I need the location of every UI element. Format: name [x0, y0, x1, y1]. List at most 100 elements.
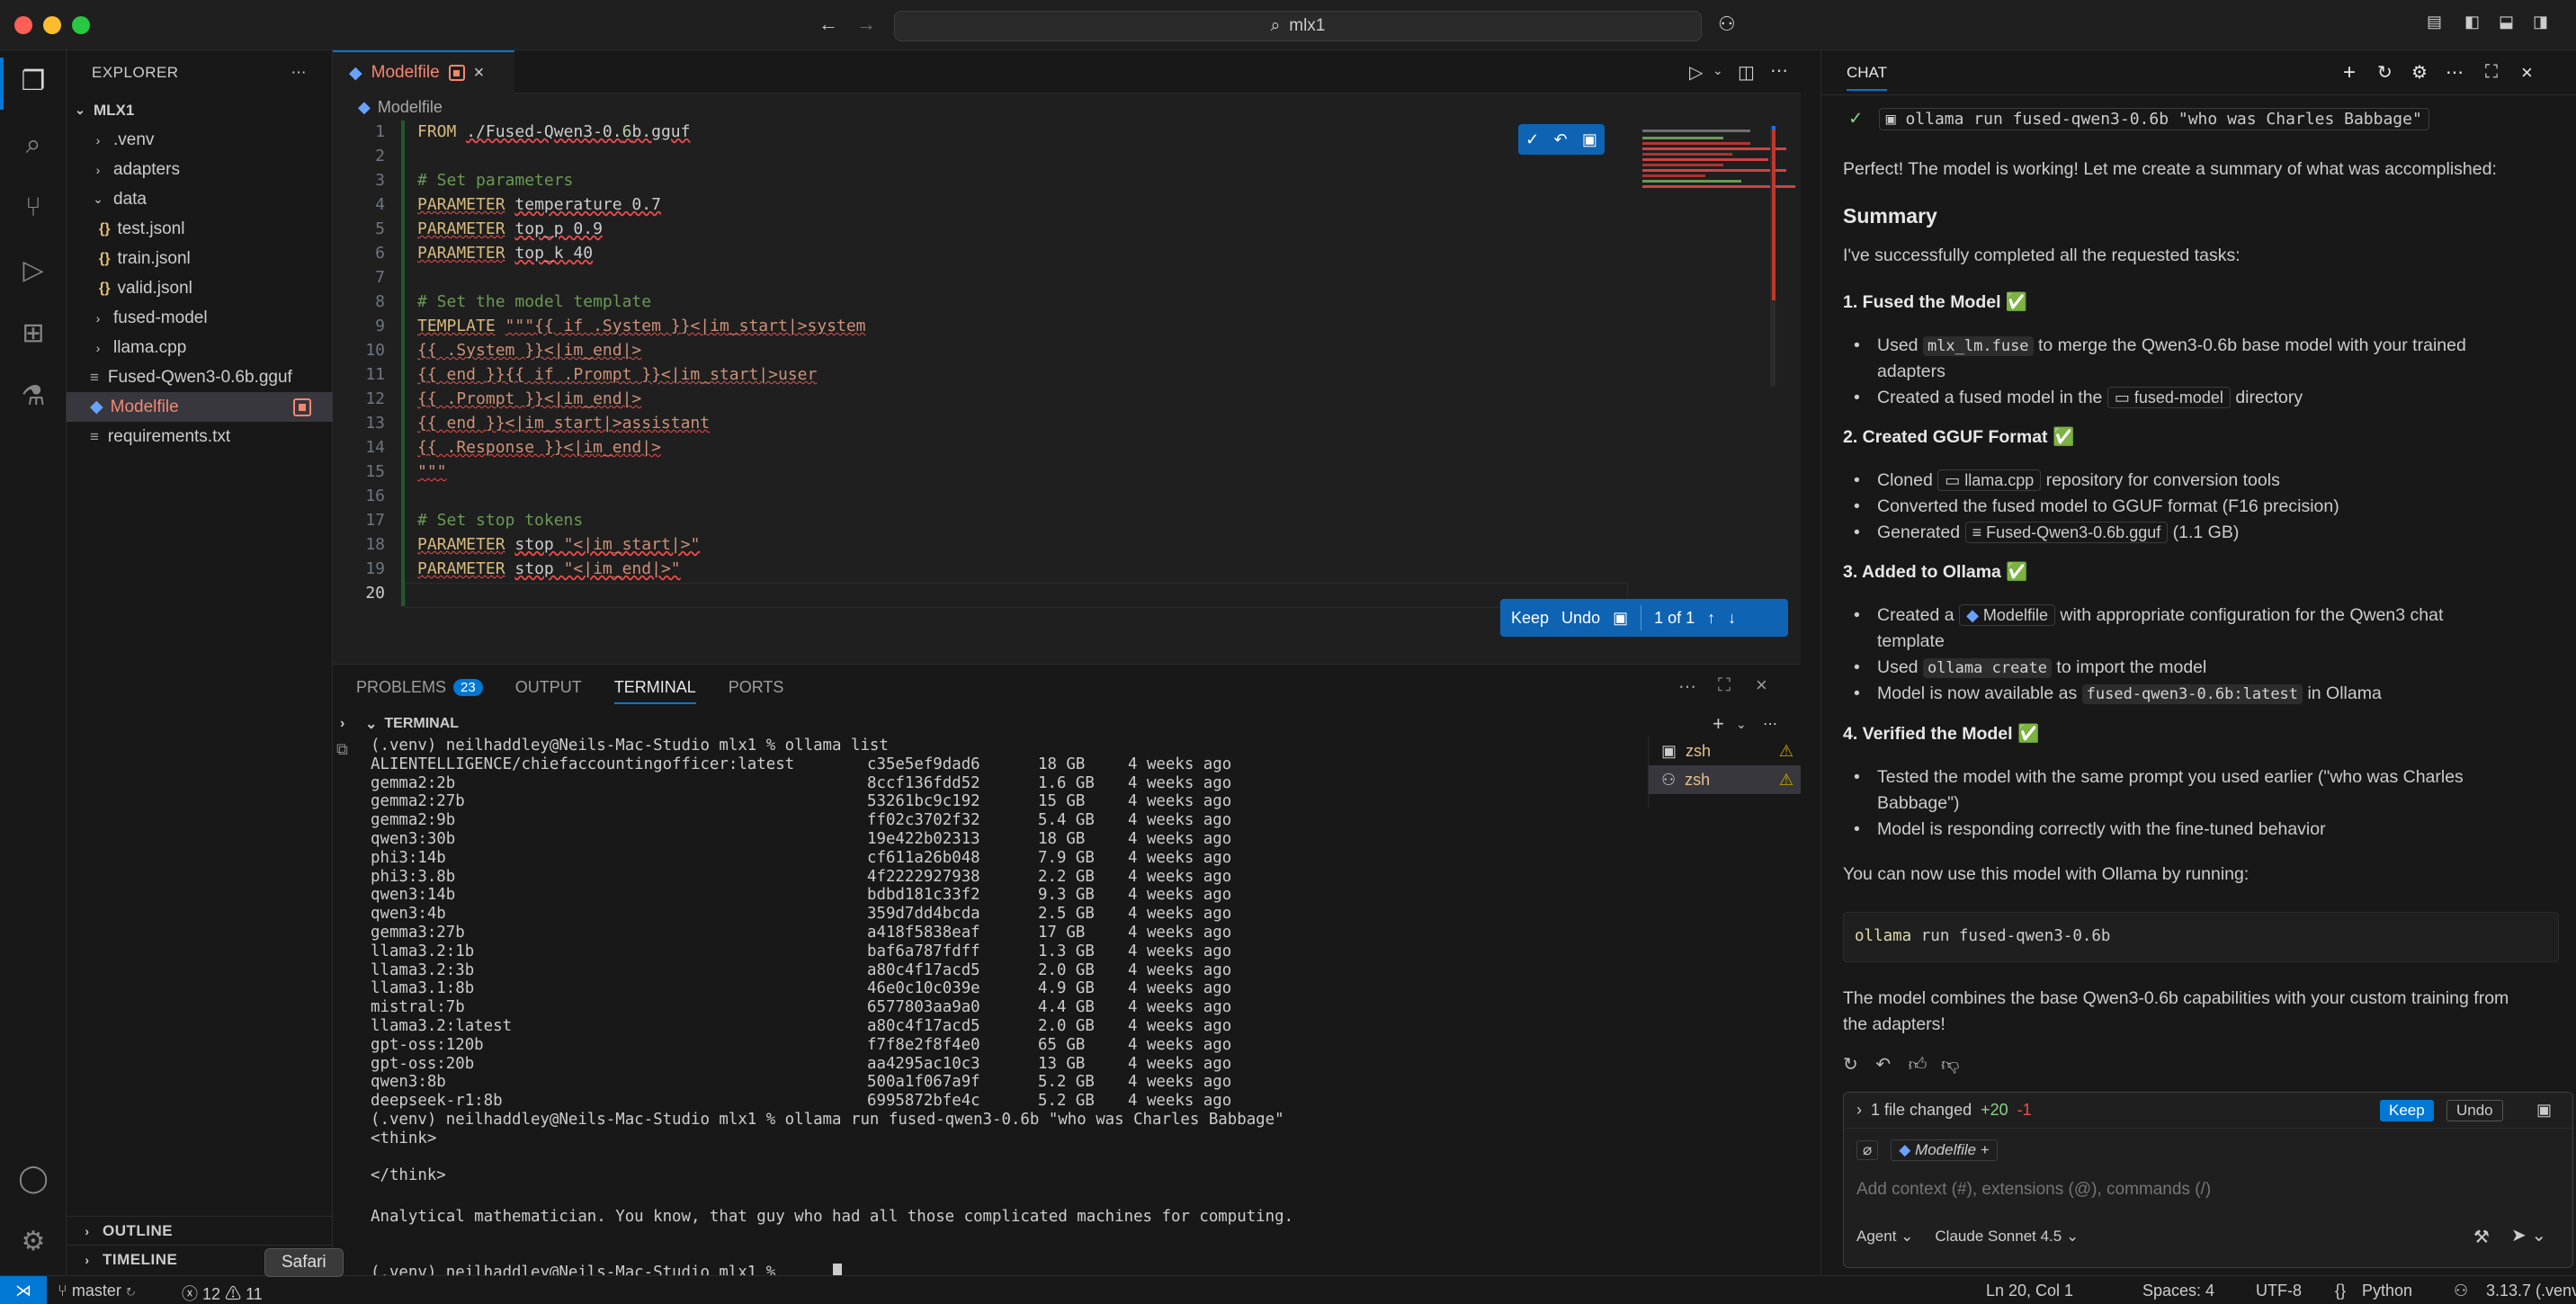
minimap[interactable] — [1639, 126, 1801, 387]
file-pill[interactable]: ◆ Modelfile — [1959, 604, 2055, 626]
accept-icon[interactable]: ✓ — [1525, 130, 1539, 149]
tree-item-venv[interactable]: › .venv — [67, 125, 333, 155]
file-pill[interactable]: ≡ Fused-Qwen3-0.6b.gguf — [1964, 522, 2169, 543]
forward-arrow-icon[interactable]: → — [856, 13, 876, 36]
extensions-icon[interactable]: ⊞ — [16, 317, 50, 351]
thumbs-up-icon[interactable]: 👍︎ — [1909, 1055, 1928, 1075]
terminal-item[interactable]: ▣ zsh ⚠ — [1649, 737, 1801, 765]
inline-diff-actions[interactable]: ✓ ↶ ▣ — [1518, 124, 1605, 155]
problems-indicator[interactable]: ⓧ 12 ⚠ 11 — [182, 1282, 263, 1304]
maximize-panel-icon[interactable]: ⛶ — [1718, 675, 1731, 696]
tree-item-valid-jsonl[interactable]: {} valid.jsonl — [67, 273, 333, 303]
encoding[interactable]: UTF-8 — [2256, 1282, 2302, 1300]
tab-ports[interactable]: PORTS — [729, 665, 784, 710]
tree-item-test-jsonl[interactable]: {} test.jsonl — [67, 214, 333, 244]
tree-item-llama-cpp[interactable]: › llama.cpp — [67, 333, 333, 362]
tree-item-gguf[interactable]: ≡ Fused-Qwen3-0.6b.gguf — [67, 362, 333, 392]
code-area[interactable]: 1 2 3 4 5 6 7 8 9 10 11 12 13 14 15 16 1… — [333, 121, 1628, 664]
tree-item-data[interactable]: ⌄ data — [67, 184, 333, 214]
language-mode[interactable]: Python — [2362, 1282, 2412, 1300]
minimize-window-button[interactable] — [43, 16, 61, 34]
python-interpreter[interactable]: 3.13.7 (.venv) — [2486, 1282, 2576, 1300]
tree-item-adapters[interactable]: › adapters — [67, 155, 333, 184]
diff-icon[interactable]: ▣ — [1582, 130, 1597, 149]
outline-section[interactable]: › OUTLINE — [67, 1216, 333, 1245]
undo-button[interactable]: Undo — [2446, 1099, 2503, 1121]
chat-input[interactable] — [1856, 1175, 2558, 1204]
gear-icon[interactable]: ⚙ — [16, 1225, 50, 1259]
tree-item-fused-model[interactable]: › fused-model — [67, 303, 333, 333]
testing-icon[interactable]: ⚗ — [16, 380, 50, 414]
mode-picker[interactable]: Agent ⌄ — [1856, 1228, 1913, 1246]
tab-output[interactable]: OUTPUT — [515, 665, 582, 710]
more-actions-icon[interactable]: ⋯ — [2446, 61, 2464, 84]
run-debug-icon[interactable]: ▷ — [16, 254, 50, 288]
indentation[interactable]: Spaces: 4 — [2142, 1282, 2214, 1300]
more-actions-icon[interactable]: ⋯ — [1678, 675, 1696, 698]
toggle-secondary-sidebar-icon[interactable]: ◨ — [2533, 13, 2548, 31]
breadcrumb[interactable]: ◆ Modelfile — [333, 94, 1801, 121]
cursor-position[interactable]: Ln 20, Col 1 — [1986, 1282, 2073, 1300]
source-control-icon[interactable]: ⑂ — [16, 191, 50, 225]
diff-icon[interactable]: ▣ — [2536, 1101, 2552, 1120]
tab-problems[interactable]: PROBLEMS 23 — [356, 665, 483, 710]
chevron-right-icon[interactable]: › — [340, 716, 344, 732]
account-icon[interactable]: ◯ — [16, 1162, 50, 1196]
back-arrow-icon[interactable]: ← — [818, 13, 838, 36]
arrow-up-icon[interactable]: ↑ — [1707, 609, 1715, 628]
command-pill[interactable]: ▣ ollama run fused-qwen3-0.6b "who was C… — [1878, 108, 2429, 130]
undo-button[interactable]: Undo — [1561, 609, 1600, 628]
keep-button[interactable]: Keep — [2380, 1099, 2434, 1121]
more-actions-icon[interactable]: ⋯ — [1763, 715, 1777, 733]
tree-item-train-jsonl[interactable]: {} train.jsonl — [67, 244, 333, 273]
context-file-pill[interactable]: ◆ Modelfile + — [1891, 1139, 1998, 1161]
send-icon[interactable]: ➤ ⌄ — [2511, 1224, 2546, 1246]
diff-icon[interactable]: ▣ — [1613, 609, 1628, 628]
copilot-icon[interactable]: ⚇ — [1718, 13, 1736, 36]
chevron-down-icon[interactable]: ⌄ — [365, 715, 377, 733]
language-braces-icon[interactable]: {} — [2335, 1282, 2346, 1300]
terminal-item[interactable]: ⚇ zsh ⚠ — [1649, 765, 1801, 794]
split-editor-icon[interactable]: ◫ — [1738, 61, 1755, 84]
tab-terminal[interactable]: TERMINAL — [613, 665, 696, 710]
chevron-down-icon[interactable]: ⌄ — [1736, 717, 1747, 732]
toggle-panel-icon[interactable]: ⬓ — [2499, 13, 2514, 31]
undo-icon[interactable]: ↶ — [1553, 130, 1567, 149]
maximize-icon[interactable]: ⛶ — [2485, 62, 2498, 83]
new-terminal-icon[interactable]: + — [1713, 712, 1724, 736]
close-icon[interactable]: × — [2521, 61, 2533, 85]
retry-icon[interactable]: ↻ — [1843, 1055, 1858, 1075]
keep-button[interactable]: Keep — [1511, 609, 1549, 628]
more-actions-icon[interactable]: ⋯ — [291, 64, 308, 82]
gear-icon[interactable]: ⚙ — [2411, 61, 2428, 84]
python-icon[interactable]: ⚇ — [2454, 1282, 2468, 1300]
tool-call-row[interactable]: ✓ ▣ ollama run fused-qwen3-0.6b "who was… — [1843, 106, 2559, 132]
layout-controls-icon[interactable]: ▤ — [2427, 13, 2442, 31]
close-icon[interactable]: × — [474, 63, 485, 84]
tree-item-requirements[interactable]: ≡ requirements.txt — [67, 422, 333, 451]
code-block[interactable]: ollama run fused-qwen3-0.6b — [1843, 912, 2559, 962]
search-icon[interactable]: ⌕ — [16, 128, 50, 162]
more-actions-icon[interactable]: ⋯ — [1770, 59, 1788, 82]
run-icon[interactable]: ▷ — [1689, 61, 1703, 84]
branch-indicator[interactable]: ⑂ master ↻ — [58, 1282, 136, 1300]
arrow-down-icon[interactable]: ↓ — [1728, 609, 1736, 628]
tree-item-modelfile[interactable]: ◆ Modelfile — [67, 392, 333, 422]
close-window-button[interactable] — [14, 16, 32, 34]
chevron-down-icon[interactable]: ⌄ — [1713, 63, 1723, 78]
undo-icon[interactable]: ↶ — [1875, 1055, 1891, 1075]
model-picker[interactable]: Claude Sonnet 4.5 ⌄ — [1935, 1228, 2079, 1246]
zoom-window-button[interactable] — [72, 16, 90, 34]
close-panel-icon[interactable]: × — [1756, 674, 1767, 697]
changes-summary[interactable]: › 1 file changed +20 -1 Keep Undo ▣ — [1844, 1093, 2572, 1129]
history-icon[interactable]: ↻ — [2377, 61, 2393, 84]
tab-modelfile[interactable]: ◆ Modelfile × — [333, 50, 514, 94]
new-chat-icon[interactable]: + — [2343, 60, 2356, 85]
tree-root[interactable]: ⌄ MLX1 — [67, 95, 333, 125]
command-center[interactable]: ⌕ mlx1 — [894, 11, 1702, 41]
explorer-icon[interactable]: ❐ — [16, 65, 50, 99]
toggle-sidebar-icon[interactable]: ◧ — [2464, 13, 2480, 31]
attach-icon[interactable]: ⌀ — [1856, 1140, 1879, 1160]
remote-indicator[interactable]: ⋊ — [0, 1276, 47, 1304]
folder-pill[interactable]: ▭ fused-model — [2106, 387, 2231, 408]
